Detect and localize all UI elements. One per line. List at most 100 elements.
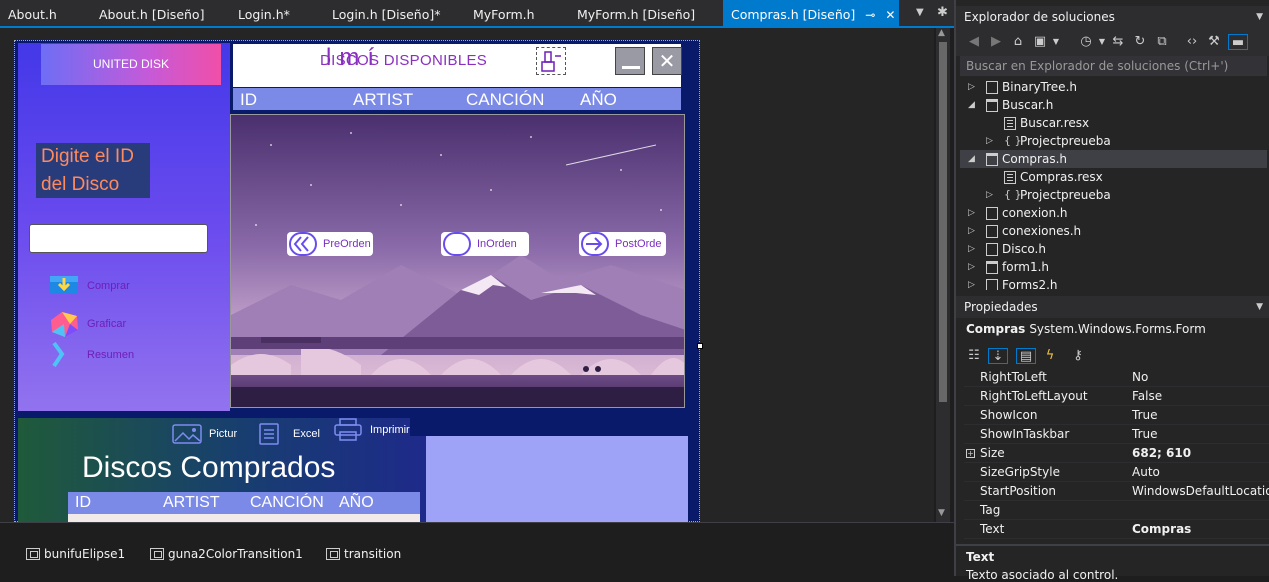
- tab-myform-h[interactable]: MyForm.h: [465, 0, 543, 28]
- collapsed-arrow-icon[interactable]: ▷: [986, 132, 996, 150]
- events-icon[interactable]: ϟ: [1042, 348, 1058, 364]
- close-icon: ✕: [658, 49, 676, 73]
- property-row[interactable]: + Size 682; 610: [964, 444, 1269, 463]
- collapsed-arrow-icon[interactable]: ▷: [968, 204, 978, 222]
- gear-icon[interactable]: ✱: [937, 5, 948, 20]
- property-value[interactable]: False: [1132, 387, 1162, 406]
- postorden-button[interactable]: PostOrde: [579, 232, 666, 256]
- tree-item[interactable]: ▷ BinaryTree.h: [960, 78, 1267, 96]
- solution-search-input[interactable]: Buscar en Explorador de soluciones (Ctrl…: [960, 56, 1267, 76]
- resumen-button[interactable]: Resumen: [48, 341, 148, 369]
- disc-id-input[interactable]: [29, 224, 208, 253]
- tree-item[interactable]: ◢ Compras.h: [960, 150, 1267, 168]
- imprimir-button[interactable]: Imprimir: [333, 418, 418, 441]
- forward-icon[interactable]: ▶: [988, 34, 1004, 50]
- close-button[interactable]: ✕: [652, 47, 682, 75]
- excel-button[interactable]: Excel: [256, 423, 326, 445]
- graficar-button[interactable]: Graficar: [48, 310, 148, 338]
- minimize-button[interactable]: [615, 47, 645, 75]
- property-value[interactable]: No: [1132, 368, 1148, 387]
- tree-picture-box[interactable]: [230, 114, 685, 408]
- tab-compras-design[interactable]: Compras.h [Diseño] ⊸ ✕: [723, 0, 900, 28]
- tray-item-guna2colortransition1[interactable]: guna2ColorTransition1: [150, 547, 303, 561]
- back-icon[interactable]: ◀: [966, 34, 982, 50]
- collapsed-arrow-icon[interactable]: ▷: [968, 258, 978, 276]
- tray-item-bunifuelipse1[interactable]: bunifuElipse1: [26, 547, 125, 561]
- history-icon[interactable]: ◷: [1078, 34, 1094, 50]
- picture-label: Pictur: [209, 428, 238, 440]
- property-value[interactable]: WindowsDefaultLocation: [1132, 482, 1269, 501]
- dropdown-icon[interactable]: ▼: [1094, 34, 1110, 50]
- property-row[interactable]: RightToLeftLayout False: [964, 387, 1269, 406]
- property-pages-icon[interactable]: ⚷: [1070, 348, 1086, 364]
- tree-item[interactable]: ▷ Forms2.h: [960, 276, 1267, 290]
- expanded-arrow-icon[interactable]: ◢: [968, 96, 978, 114]
- brush-icon[interactable]: [536, 47, 566, 75]
- home-icon[interactable]: ⌂: [1010, 34, 1026, 50]
- collapsed-arrow-icon[interactable]: ▷: [968, 240, 978, 258]
- tab-about-design[interactable]: About.h [Diseño]: [91, 0, 212, 28]
- properties-object-selector[interactable]: Compras System.Windows.Forms.Form: [966, 322, 1206, 336]
- picture-button[interactable]: Pictur: [172, 423, 242, 445]
- description-divider[interactable]: [956, 544, 1269, 546]
- property-value[interactable]: True: [1132, 406, 1158, 425]
- property-value[interactable]: Auto: [1132, 463, 1160, 482]
- tab-label: About.h: [8, 7, 57, 22]
- expanded-arrow-icon[interactable]: ◢: [968, 150, 978, 168]
- preorden-button[interactable]: PreOrden: [287, 232, 373, 256]
- designer-vertical-scrollbar[interactable]: ▲ ▼: [936, 28, 950, 522]
- property-value[interactable]: 682; 610: [1132, 444, 1191, 463]
- panel-menu-icon[interactable]: ▼: [1256, 6, 1263, 28]
- alphabetical-icon[interactable]: ⇣: [988, 348, 1008, 364]
- tree-item[interactable]: ▷ conexiones.h: [960, 222, 1267, 240]
- panel-menu-icon[interactable]: ▼: [1256, 296, 1263, 318]
- expand-icon[interactable]: +: [966, 449, 975, 458]
- comprar-button[interactable]: Comprar: [48, 272, 148, 300]
- property-row[interactable]: Tag: [964, 501, 1269, 520]
- property-value[interactable]: True: [1132, 425, 1158, 444]
- property-value[interactable]: Compras: [1132, 520, 1191, 539]
- collapsed-arrow-icon[interactable]: ▷: [968, 276, 978, 290]
- collapsed-arrow-icon[interactable]: ▷: [986, 186, 996, 204]
- preview-icon[interactable]: ▬: [1228, 34, 1248, 50]
- tree-item[interactable]: ▷ form1.h: [960, 258, 1267, 276]
- inorden-button[interactable]: InOrden: [441, 232, 529, 256]
- tree-item[interactable]: Buscar.resx: [960, 114, 1267, 132]
- tree-item[interactable]: ▷ conexion.h: [960, 204, 1267, 222]
- tree-item[interactable]: Compras.resx: [960, 168, 1267, 186]
- property-row[interactable]: RightToLeft No: [964, 368, 1269, 387]
- scrollbar-thumb[interactable]: [939, 42, 947, 402]
- table-row[interactable]: [68, 514, 420, 522]
- wrench-icon[interactable]: ⚒: [1206, 34, 1222, 50]
- tray-item-transition[interactable]: transition: [326, 547, 401, 561]
- collapse-all-icon[interactable]: ⧉: [1154, 34, 1170, 50]
- scroll-down-icon[interactable]: ▼: [938, 508, 945, 518]
- sync-icon[interactable]: ⇆: [1110, 34, 1126, 50]
- resize-handle[interactable]: [697, 343, 703, 349]
- tab-about-h[interactable]: About.h: [0, 0, 65, 28]
- tab-login-design[interactable]: Login.h [Diseño]*: [324, 0, 448, 28]
- property-row[interactable]: ShowInTaskbar True: [964, 425, 1269, 444]
- property-row[interactable]: SizeGripStyle Auto: [964, 463, 1269, 482]
- dropdown-icon[interactable]: ▼: [1048, 34, 1064, 50]
- tab-dropdown-icon[interactable]: ▼: [916, 7, 924, 18]
- tab-myform-design[interactable]: MyForm.h [Diseño]: [569, 0, 703, 28]
- properties-icon[interactable]: ▤: [1016, 348, 1036, 364]
- purchased-toolbar-strip: [410, 418, 688, 436]
- col-id: ID: [240, 90, 257, 109]
- collapsed-arrow-icon[interactable]: ▷: [968, 78, 978, 96]
- switch-views-icon[interactable]: ▣: [1032, 34, 1048, 50]
- tree-item[interactable]: ◢ Buscar.h: [960, 96, 1267, 114]
- code-icon[interactable]: ‹›: [1184, 34, 1200, 50]
- property-row[interactable]: ShowIcon True: [964, 406, 1269, 425]
- tree-item[interactable]: ▷ Disco.h: [960, 240, 1267, 258]
- property-row[interactable]: Text Compras: [964, 520, 1269, 539]
- tree-item[interactable]: ▷ { } Projectpreueba: [960, 186, 1267, 204]
- categorized-icon[interactable]: ☷: [966, 348, 982, 364]
- property-row[interactable]: StartPosition WindowsDefaultLocation: [964, 482, 1269, 501]
- tab-login-h[interactable]: Login.h*: [230, 0, 298, 28]
- collapsed-arrow-icon[interactable]: ▷: [968, 222, 978, 240]
- refresh-icon[interactable]: ↻: [1132, 34, 1148, 50]
- tree-item[interactable]: ▷ { } Projectpreueba: [960, 132, 1267, 150]
- scroll-up-icon[interactable]: ▲: [938, 28, 945, 38]
